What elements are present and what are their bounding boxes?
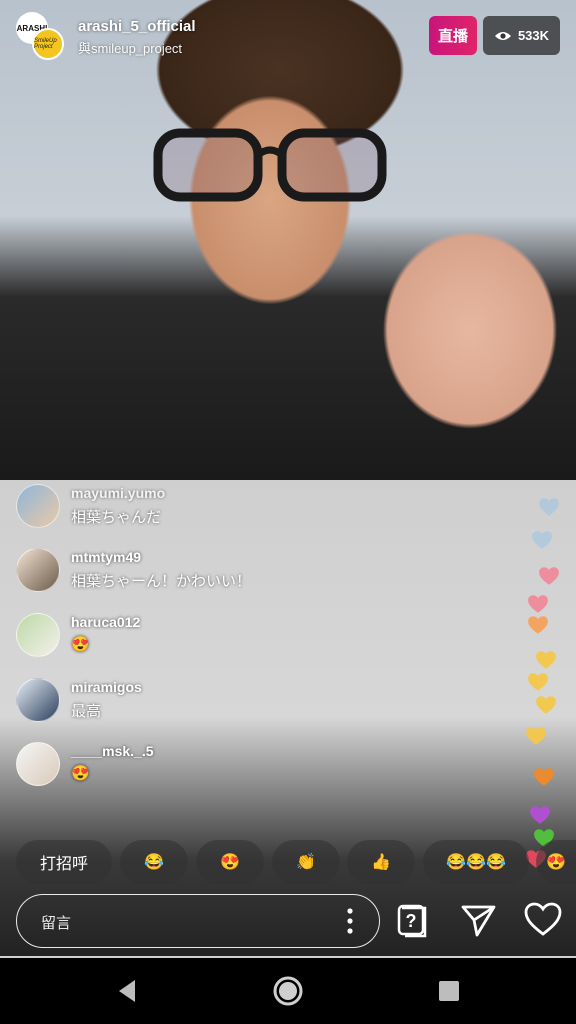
smileup-avatar: SmileUp Project xyxy=(32,28,64,60)
comment-item[interactable]: mayumi.yumo 相葉ちゃんだ xyxy=(16,484,446,530)
comment-text: 相葉ちゃーん！かわいい！ xyxy=(71,573,252,590)
host-avatar[interactable]: ARASHI SmileUp Project xyxy=(16,12,64,60)
floating-heart-icon xyxy=(526,727,546,745)
svg-text:?: ? xyxy=(406,911,417,931)
floating-heart-icon xyxy=(536,696,556,714)
heart-icon[interactable] xyxy=(523,900,563,940)
comment-text: 😍 xyxy=(71,636,90,653)
comment-item[interactable]: haruca012 😍 xyxy=(16,613,446,659)
floating-heart-icon xyxy=(528,616,548,634)
comment-username: mayumi.yumo xyxy=(71,485,166,501)
send-icon[interactable] xyxy=(458,900,498,940)
question-icon[interactable]: ? xyxy=(393,900,433,940)
comment-avatar xyxy=(16,613,60,657)
floating-heart-icon xyxy=(532,531,552,549)
comment-username: ____msk._.5 xyxy=(71,743,154,759)
comment-item[interactable]: mtmtym49 相葉ちゃーん！かわいい！ xyxy=(16,548,446,594)
comment-text: 😍 xyxy=(71,765,90,782)
floating-heart-icon xyxy=(530,806,550,824)
back-icon[interactable] xyxy=(113,976,143,1006)
glasses-graphic xyxy=(153,128,387,202)
floating-heart-icon xyxy=(528,673,548,691)
reaction-chip[interactable]: 😍 xyxy=(536,840,576,884)
cohost-label[interactable]: 與smileup_project xyxy=(78,38,182,57)
reaction-chip[interactable]: 👏 xyxy=(272,840,340,884)
recents-icon[interactable] xyxy=(434,976,464,1006)
comment-username: mtmtym49 xyxy=(71,549,142,565)
comment-avatar xyxy=(16,548,60,592)
reaction-chip-greet[interactable]: 打招呼 xyxy=(16,840,112,884)
viewer-count: 533K xyxy=(517,28,550,43)
comment-text: 相葉ちゃんだ xyxy=(71,509,162,526)
comment-username: miramigos xyxy=(71,679,142,695)
comment-avatar xyxy=(16,742,60,786)
viewer-count-badge[interactable]: 533K xyxy=(483,16,560,55)
host-video xyxy=(0,0,576,480)
floating-heart-icon xyxy=(534,768,554,786)
home-icon[interactable] xyxy=(272,975,304,1007)
system-nav-bar xyxy=(0,958,576,1024)
floating-heart-icon xyxy=(528,595,548,613)
reaction-chip[interactable]: 😂 xyxy=(120,840,188,884)
eye-icon xyxy=(494,31,511,40)
floating-heart-icon xyxy=(539,567,559,585)
more-icon[interactable] xyxy=(347,908,353,934)
comment-input[interactable]: 留言 xyxy=(16,894,380,948)
floating-heart-icon xyxy=(539,498,559,516)
reaction-chip[interactable]: 😍 xyxy=(196,840,264,884)
comment-item[interactable]: ____msk._.5 😍 xyxy=(16,742,446,788)
comment-placeholder: 留言 xyxy=(41,915,72,932)
comment-username: haruca012 xyxy=(71,614,141,630)
comment-item[interactable]: miramigos 最高 xyxy=(16,678,446,724)
live-badge: 直播 xyxy=(429,16,477,55)
reaction-chip[interactable]: 👍 xyxy=(347,840,415,884)
floating-heart-icon xyxy=(536,651,556,669)
comment-avatar xyxy=(16,678,60,722)
comment-text: 最高 xyxy=(71,703,102,720)
comment-avatar xyxy=(16,484,60,528)
host-username[interactable]: arashi_5_official xyxy=(78,18,196,35)
reaction-chip[interactable]: 😂😂😂 xyxy=(423,840,529,884)
